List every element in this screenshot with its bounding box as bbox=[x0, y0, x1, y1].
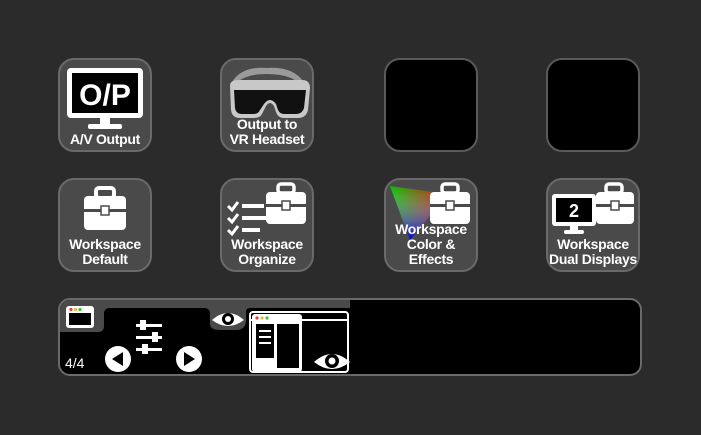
svg-text:2: 2 bbox=[569, 201, 579, 221]
av-output-key[interactable]: O/P A/V Output bbox=[58, 58, 152, 152]
workspace-default-label: Workspace Default bbox=[69, 236, 141, 267]
svg-text:O/P: O/P bbox=[79, 79, 131, 112]
briefcase-icon bbox=[266, 182, 306, 224]
workspace-dual-displays-key[interactable]: 2 Workspace Dual Displays bbox=[546, 178, 640, 272]
sliders-icon[interactable] bbox=[136, 320, 162, 354]
workspace-dual-displays-label: Workspace Dual Displays bbox=[549, 236, 637, 267]
briefcase-icon bbox=[596, 182, 634, 224]
empty-key-1[interactable] bbox=[384, 58, 478, 152]
workspace-organize-key[interactable]: Workspace Organize bbox=[220, 178, 314, 272]
vr-headset-label: Output to VR Headset bbox=[229, 116, 305, 147]
workspace-color-effects-key[interactable]: Workspace Color & Effects bbox=[384, 178, 478, 272]
workspace-organize-label: Workspace Organize bbox=[231, 236, 303, 267]
window-icon[interactable] bbox=[66, 306, 94, 328]
arrow-left-icon[interactable] bbox=[105, 346, 131, 372]
av-output-label: A/V Output bbox=[69, 131, 141, 147]
workspace-color-effects-label: Workspace Color & Effects bbox=[395, 221, 467, 267]
window-thumbnail[interactable] bbox=[249, 311, 350, 373]
empty-key-2[interactable] bbox=[546, 58, 640, 152]
navigation-strip: 4/4 bbox=[58, 298, 642, 376]
dual-display-icon: 2 bbox=[552, 194, 596, 234]
workspace-default-key[interactable]: Workspace Default bbox=[58, 178, 152, 272]
vr-headset-key[interactable]: Output to VR Headset bbox=[220, 58, 314, 152]
briefcase-icon bbox=[430, 182, 470, 224]
page-counter: 4/4 bbox=[65, 355, 85, 371]
arrow-right-icon[interactable] bbox=[176, 346, 202, 372]
checklist-icon bbox=[226, 201, 270, 237]
